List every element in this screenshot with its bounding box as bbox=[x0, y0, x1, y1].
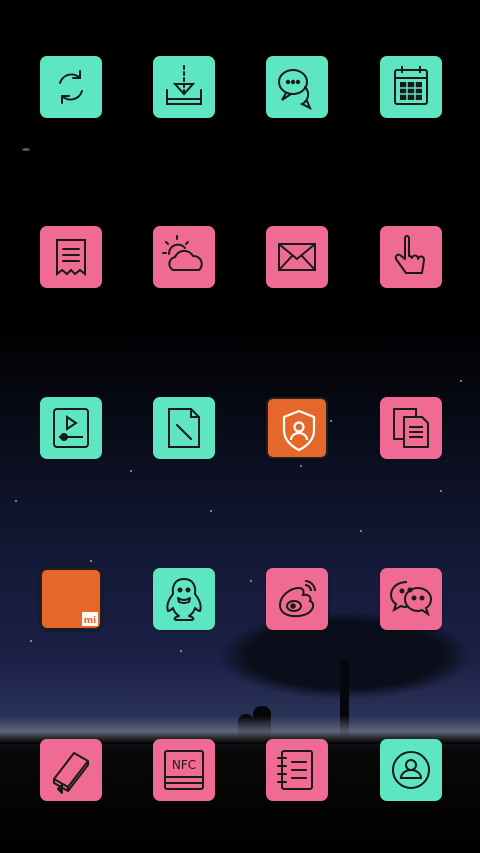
sync-app-icon[interactable] bbox=[40, 56, 102, 118]
weibo-app-icon[interactable] bbox=[266, 568, 328, 630]
nfc-icon: NFC bbox=[164, 750, 204, 790]
mail-icon bbox=[278, 243, 316, 271]
documents-icon bbox=[393, 408, 429, 448]
receipt-app-icon[interactable] bbox=[40, 226, 102, 288]
weather-icon bbox=[162, 235, 203, 271]
weather-app-icon[interactable] bbox=[153, 226, 215, 288]
contacts-app-icon[interactable] bbox=[380, 739, 442, 801]
mi-logo-icon: mi bbox=[82, 612, 98, 626]
books-app-icon[interactable] bbox=[40, 739, 102, 801]
notebook-app-icon[interactable] bbox=[266, 739, 328, 801]
note-pen-icon bbox=[168, 408, 200, 448]
penguin-icon bbox=[166, 578, 202, 621]
mi-store-app-icon[interactable]: mi bbox=[40, 568, 102, 630]
receipt-icon bbox=[56, 239, 86, 277]
download-icon bbox=[166, 65, 202, 105]
mail-app-icon[interactable] bbox=[266, 226, 328, 288]
calendar-app-icon[interactable] bbox=[380, 56, 442, 118]
svg-text:NFC: NFC bbox=[172, 758, 196, 772]
sync-icon bbox=[59, 70, 83, 104]
video-app-icon[interactable] bbox=[40, 397, 102, 459]
notebook-icon bbox=[277, 750, 313, 790]
video-player-icon bbox=[53, 408, 89, 448]
weibo-icon bbox=[278, 580, 316, 618]
wechat-app-icon[interactable] bbox=[380, 568, 442, 630]
messages-app-icon[interactable] bbox=[266, 56, 328, 118]
svg-text:mi: mi bbox=[84, 616, 96, 626]
qq-app-icon[interactable] bbox=[153, 568, 215, 630]
chat-bubbles-icon bbox=[278, 69, 312, 111]
book-icon bbox=[53, 752, 89, 794]
gesture-app-icon[interactable] bbox=[380, 226, 442, 288]
calendar-icon bbox=[394, 66, 428, 105]
pointer-hand-icon bbox=[394, 235, 425, 274]
security-app-icon[interactable] bbox=[266, 397, 328, 459]
documents-app-icon[interactable] bbox=[380, 397, 442, 459]
contact-icon bbox=[392, 751, 430, 789]
security-shield-icon bbox=[282, 409, 316, 452]
wechat-icon bbox=[389, 581, 433, 617]
nfc-app-icon[interactable]: NFC bbox=[153, 739, 215, 801]
notes-app-icon[interactable] bbox=[153, 397, 215, 459]
download-app-icon[interactable] bbox=[153, 56, 215, 118]
